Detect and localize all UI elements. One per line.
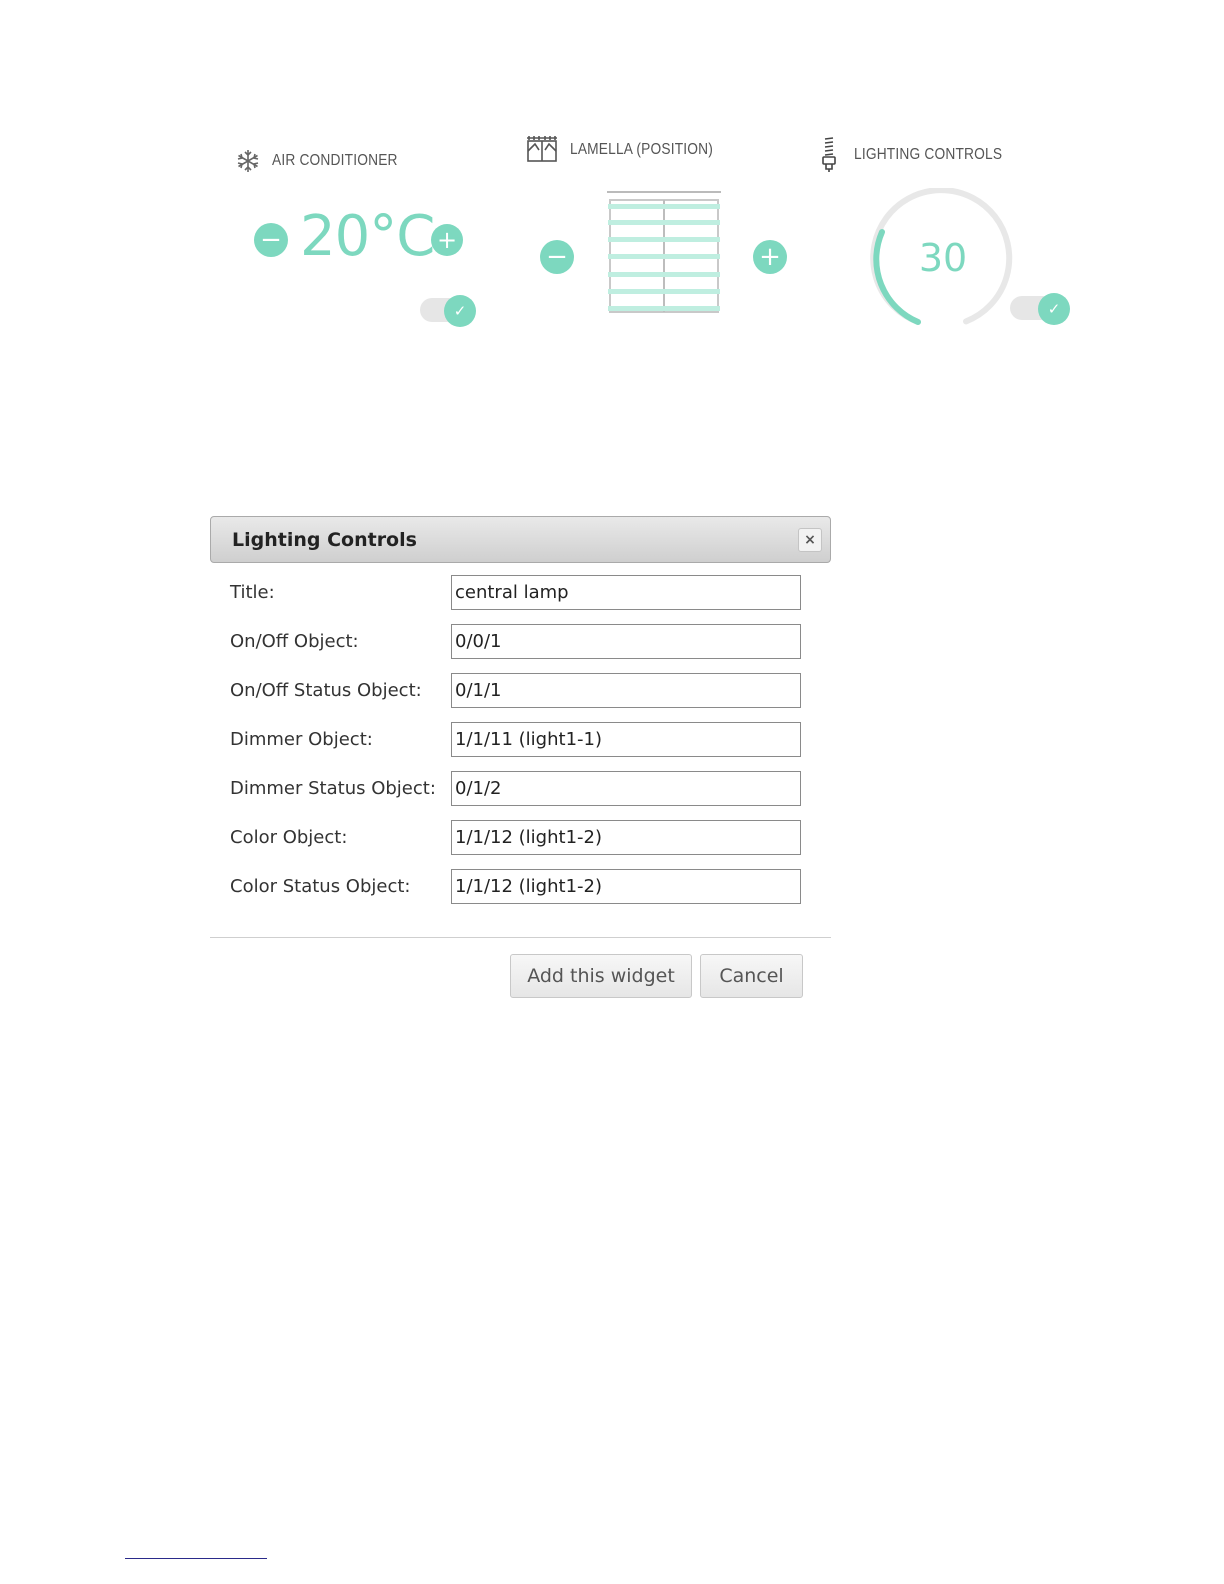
blind-position-graphic[interactable]: [606, 190, 722, 316]
field-label: Dimmer Status Object:: [230, 778, 436, 799]
lighting-power-toggle[interactable]: ✓: [1010, 293, 1070, 325]
widget-title: LAMELLA (POSITION): [570, 141, 714, 158]
color-status-object-input[interactable]: [451, 869, 801, 904]
temperature-value: 20°C: [300, 204, 435, 269]
field-label: Color Object:: [230, 827, 348, 848]
form-row-onoff-status-object: On/Off Status Object:: [210, 673, 831, 709]
air-conditioner-power-toggle[interactable]: ✓: [420, 295, 476, 327]
field-label: Title:: [230, 582, 275, 603]
form-row-dimmer-object: Dimmer Object:: [210, 722, 831, 758]
field-label: Color Status Object:: [230, 876, 411, 897]
widget-title: AIR CONDITIONER: [272, 152, 398, 169]
field-label: On/Off Object:: [230, 631, 359, 652]
dimmer-value: 30: [918, 236, 968, 280]
check-icon: ✓: [1038, 293, 1070, 325]
form-row-color-status-object: Color Status Object:: [210, 869, 831, 905]
increase-temperature-button[interactable]: +: [431, 224, 463, 256]
form-row-color-object: Color Object:: [210, 820, 831, 856]
form-row-title: Title:: [210, 575, 831, 611]
footnote-separator: [125, 1558, 267, 1559]
window-blind-icon: [526, 136, 558, 164]
form-row-dimmer-status-object: Dimmer Status Object:: [210, 771, 831, 807]
form-row-onoff-object: On/Off Object:: [210, 624, 831, 660]
close-icon[interactable]: ×: [798, 528, 822, 552]
dimmer-status-object-input[interactable]: [451, 771, 801, 806]
onoff-object-input[interactable]: [451, 624, 801, 659]
check-icon: ✓: [444, 295, 476, 327]
dialog-divider: [210, 937, 831, 938]
add-widget-button[interactable]: Add this widget: [510, 954, 692, 998]
dialog-titlebar[interactable]: Lighting Controls ×: [210, 516, 831, 563]
cancel-button[interactable]: Cancel: [700, 954, 803, 998]
snowflake-icon: [235, 148, 261, 174]
field-label: Dimmer Object:: [230, 729, 373, 750]
lamella-up-button[interactable]: +: [753, 240, 787, 274]
lighting-controls-dialog: Lighting Controls × Title: On/Off Object…: [210, 516, 831, 998]
title-input[interactable]: [451, 575, 801, 610]
field-label: On/Off Status Object:: [230, 680, 422, 701]
lamella-down-button[interactable]: −: [540, 240, 574, 274]
light-bulb-icon: [820, 136, 838, 174]
dialog-title: Lighting Controls: [232, 529, 417, 551]
decrease-temperature-button[interactable]: −: [254, 223, 288, 257]
dimmer-object-input[interactable]: [451, 722, 801, 757]
widget-title: LIGHTING CONTROLS: [854, 146, 1003, 163]
color-object-input[interactable]: [451, 820, 801, 855]
onoff-status-object-input[interactable]: [451, 673, 801, 708]
